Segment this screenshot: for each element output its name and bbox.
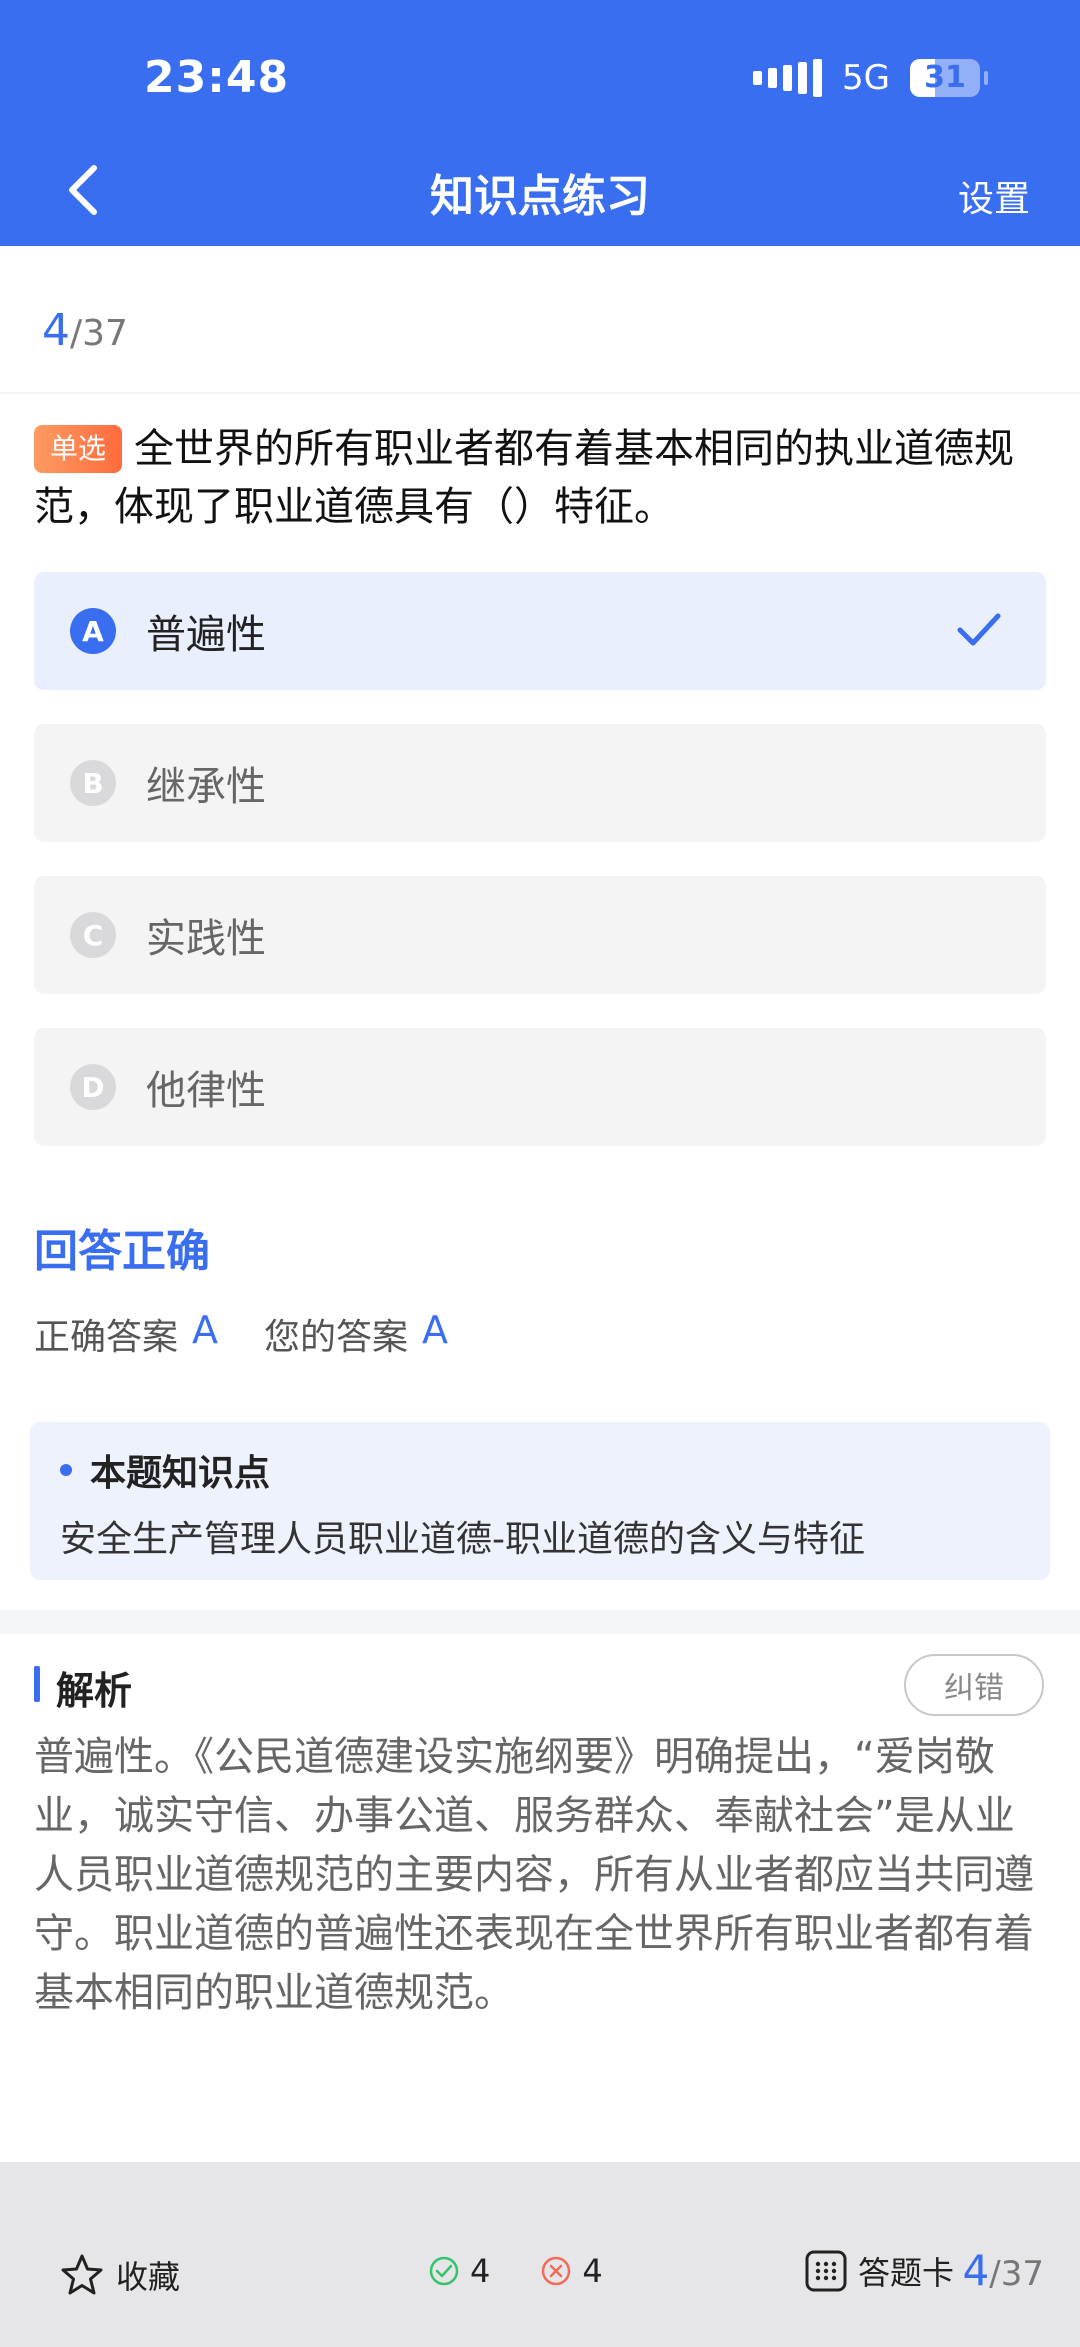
option-text: 普遍性 [146, 612, 266, 658]
question-type-tag: 单选 [34, 425, 123, 473]
favorite-label: 收藏 [116, 2258, 181, 2296]
question: 单选 全世界的所有职业者都有着基本相同的执业道德规范，体现了职业道德具有（）特征。 [34, 420, 1044, 536]
analysis-title: 解析 [56, 1669, 133, 1713]
correct-answer-value: A [192, 1308, 219, 1352]
wrong-count-value: 4 [582, 2252, 603, 2290]
correct-circle-icon [429, 2256, 459, 2286]
page-title: 知识点练习 [430, 171, 650, 222]
result-title: 回答正确 [34, 1226, 210, 1277]
option-letter: B [70, 760, 116, 806]
option-letter: D [70, 1064, 116, 1110]
answer-card-label: 答题卡 [858, 2254, 955, 2292]
your-answer-label: 您的答案 [264, 1317, 409, 1358]
network-type: 5G [842, 58, 890, 98]
check-icon [957, 613, 1001, 646]
option-a[interactable]: A 普遍性 [34, 572, 1046, 690]
option-letter: A [70, 608, 116, 654]
status-time: 23:48 [144, 52, 290, 103]
answer-counts: 4 4 [428, 2252, 653, 2290]
star-icon [61, 2254, 103, 2295]
settings-button[interactable]: 设置 [958, 170, 1030, 222]
knowledge-point-text: 安全生产管理人员职业道德-职业道德的含义与特征 [60, 1519, 865, 1560]
progress-total: /37 [70, 313, 128, 354]
answer-summary: 正确答案 A 您的答案 A [34, 1308, 494, 1360]
option-d[interactable]: D 他律性 [34, 1028, 1046, 1146]
section-marker [34, 1666, 40, 1702]
your-answer-value: A [422, 1308, 449, 1352]
option-letter: C [70, 912, 116, 958]
bottom-progress: 4/37 [963, 2246, 1044, 2295]
bottom-bar: 收藏 4 4 答题卡 4/37 [0, 2162, 1080, 2347]
knowledge-point-title: 本题知识点 [90, 1453, 271, 1494]
correct-answer-label: 正确答案 [34, 1317, 179, 1358]
question-progress: 4/37 [42, 305, 128, 356]
report-error-button[interactable]: 纠错 [904, 1654, 1044, 1716]
grid-icon [805, 2250, 847, 2292]
section-divider [0, 1610, 1080, 1634]
divider [0, 392, 1080, 394]
analysis-text: 普遍性。《公民道德建设实施纲要》明确提出，“爱岗敬业，诚实守信、办事公道、服务群… [34, 1734, 1034, 2016]
correct-count: 4 [428, 2252, 490, 2290]
wrong-circle-icon [542, 2256, 571, 2286]
header: 23:48 5G 31 知识点练习 设置 [0, 0, 1080, 246]
battery-icon: 31 [910, 59, 988, 97]
correct-count-value: 4 [470, 2252, 491, 2290]
question-text: 全世界的所有职业者都有着基本相同的执业道德规范，体现了职业道德具有（）特征。 [34, 426, 1015, 530]
battery-level: 31 [924, 60, 966, 95]
option-text: 他律性 [146, 1068, 266, 1114]
signal-icon [753, 59, 823, 97]
favorite-button[interactable]: 收藏 [60, 2252, 180, 2298]
option-c[interactable]: C 实践性 [34, 876, 1046, 994]
option-b[interactable]: B 继承性 [34, 724, 1046, 842]
wrong-count: 4 [540, 2252, 603, 2290]
progress-current: 4 [42, 305, 70, 356]
option-text: 继承性 [146, 764, 266, 810]
answer-card-button[interactable]: 答题卡 [804, 2248, 954, 2294]
bottom-progress-current: 4 [962, 2246, 990, 2295]
option-text: 实践性 [146, 916, 266, 962]
knowledge-point-box: 本题知识点 安全生产管理人员职业道德-职业道德的含义与特征 [30, 1422, 1050, 1580]
status-indicators: 5G 31 [753, 58, 988, 98]
bullet-icon [60, 1464, 72, 1476]
bottom-progress-total: /37 [989, 2254, 1044, 2294]
